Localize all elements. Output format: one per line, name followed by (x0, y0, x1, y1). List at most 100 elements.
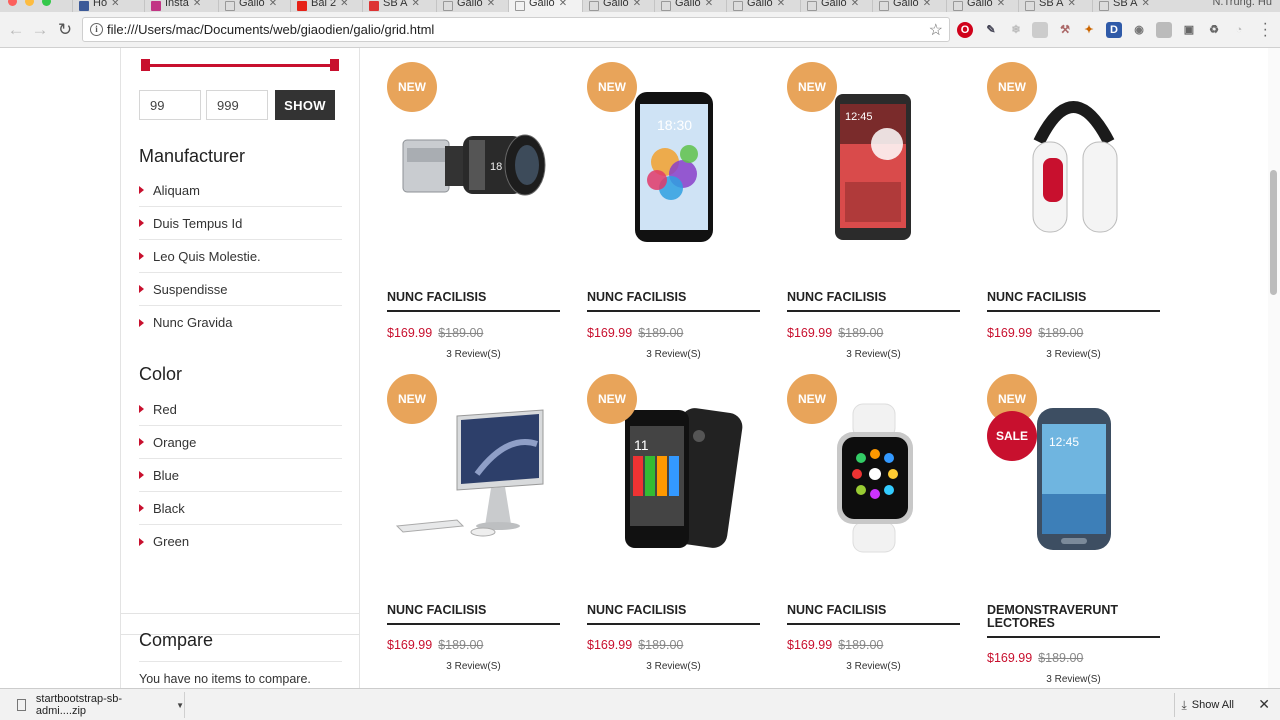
product-reviews[interactable]: 3 Review(S) (787, 661, 960, 672)
browser-tab[interactable]: Insta ✕ (144, 0, 218, 12)
product-reviews[interactable]: 3 Review(S) (587, 661, 760, 672)
forward-arrow-icon[interactable]: → (30, 20, 50, 40)
download-filename[interactable]: startbootstrap-sb-admi....zip (36, 693, 170, 717)
close-window-button[interactable] (8, 0, 17, 6)
new-badge: NEW (387, 62, 437, 112)
snowflake-extension-icon[interactable]: ❄ (1008, 22, 1024, 38)
browser-tab[interactable]: Galio ✕ (800, 0, 872, 12)
grid-extension-icon[interactable] (1032, 22, 1048, 38)
browser-tab[interactable]: Bai 2 ✕ (290, 0, 362, 12)
recycle-extension-icon[interactable]: ♻ (1206, 22, 1222, 38)
product-name[interactable]: DEMONSTRAVERUNT LECTORES (987, 604, 1160, 638)
info-icon[interactable]: i (90, 23, 103, 36)
color-item[interactable]: Red (139, 393, 342, 426)
tab-close-icon[interactable]: ✕ (559, 0, 567, 9)
tab-close-icon[interactable]: ✕ (411, 0, 419, 9)
tab-title: Galio (747, 0, 773, 9)
caret-right-icon (139, 471, 144, 479)
download-item[interactable]: startbootstrap-sb-admi....zip ▼ (5, 692, 185, 718)
tab-close-icon[interactable]: ✕ (633, 0, 641, 9)
scrollbar-thumb[interactable] (1270, 170, 1277, 295)
product-reviews[interactable]: 3 Review(S) (387, 661, 560, 672)
sync-extension-icon[interactable]: ◔ (1231, 22, 1247, 38)
tab-close-icon[interactable]: ✕ (111, 0, 119, 9)
product-name[interactable]: NUNC FACILISIS (387, 604, 560, 625)
d-extension-icon[interactable]: D (1106, 22, 1122, 38)
color-item[interactable]: Black (139, 492, 342, 525)
tab-title: Galio (239, 0, 265, 9)
manufacturer-item[interactable]: Suspendisse (139, 273, 342, 306)
profile-name[interactable]: N.Trung. Hu (1212, 0, 1272, 8)
color-item[interactable]: Green (139, 525, 342, 558)
eyedropper-extension-icon[interactable]: ✎ (983, 22, 999, 38)
product-old-price: $189.00 (438, 326, 484, 340)
browser-tab[interactable]: SB A ✕ (1092, 0, 1166, 12)
browser-menu-icon[interactable]: · · · (1263, 16, 1268, 44)
facebook-favicon-icon (79, 1, 89, 11)
tab-close-icon[interactable]: ✕ (705, 0, 713, 9)
zoom-window-button[interactable] (42, 0, 51, 6)
price-max-handle[interactable] (330, 59, 339, 71)
browser-tab[interactable]: Galio ✕ (218, 0, 290, 12)
product-reviews[interactable]: 3 Review(S) (387, 349, 560, 360)
address-bar[interactable]: i file:///Users/mac/Documents/web/giaodi… (82, 17, 950, 42)
opera-extension-icon[interactable]: O (957, 22, 973, 38)
browser-tab[interactable]: Galio ✕ (436, 0, 508, 12)
show-button[interactable]: SHOW (275, 90, 335, 120)
browser-tab[interactable]: Galio ✕ (726, 0, 800, 12)
manufacturer-item[interactable]: Aliquam (139, 174, 342, 207)
browser-tab[interactable]: SB A ✕ (362, 0, 436, 12)
product-reviews[interactable]: 3 Review(S) (587, 349, 760, 360)
reload-icon[interactable]: ↻ (55, 20, 75, 40)
product-name[interactable]: NUNC FACILISIS (787, 291, 960, 312)
hammer-extension-icon[interactable]: ⚒ (1057, 22, 1073, 38)
browser-tab[interactable]: Galio ✕ (872, 0, 946, 12)
manufacturer-item[interactable]: Duis Tempus Id (139, 207, 342, 240)
tab-close-icon[interactable]: ✕ (487, 0, 495, 9)
color-item[interactable]: Blue (139, 459, 342, 492)
browser-tab[interactable]: Ho ✕ (72, 0, 144, 12)
tab-close-icon[interactable]: ✕ (269, 0, 277, 9)
price-max-input[interactable] (206, 90, 268, 120)
tab-close-icon[interactable]: ✕ (340, 0, 348, 9)
product-reviews[interactable]: 3 Review(S) (987, 674, 1160, 685)
price-min-input[interactable] (139, 90, 201, 120)
tab-close-icon[interactable]: ✕ (923, 0, 931, 9)
manufacturer-item[interactable]: Nunc Gravida (139, 306, 342, 339)
tab-close-icon[interactable]: ✕ (1141, 0, 1149, 9)
product-name[interactable]: NUNC FACILISIS (587, 604, 760, 625)
tool-extension-icon[interactable]: ✦ (1081, 22, 1097, 38)
product-name[interactable]: NUNC FACILISIS (987, 291, 1160, 312)
browser-tab[interactable]: Galio ✕ (582, 0, 654, 12)
show-all-button[interactable]: ⤓ Show All (1174, 693, 1242, 717)
product-reviews[interactable]: 3 Review(S) (787, 349, 960, 360)
star-icon[interactable]: ☆ (929, 20, 943, 40)
tab-close-icon[interactable]: ✕ (193, 0, 201, 9)
block-extension-icon[interactable] (1156, 22, 1172, 38)
price-min-handle[interactable] (141, 59, 150, 71)
page-scrollbar[interactable] (1268, 48, 1280, 688)
filter-label: Duis Tempus Id (153, 215, 243, 231)
window-extension-icon[interactable]: ▣ (1181, 22, 1197, 38)
manufacturer-item[interactable]: Leo Quis Molestie. (139, 240, 342, 273)
chevron-down-icon[interactable]: ▼ (176, 701, 184, 710)
browser-tab[interactable]: Galio ✕ (946, 0, 1018, 12)
product-name[interactable]: NUNC FACILISIS (787, 604, 960, 625)
product-reviews[interactable]: 3 Review(S) (987, 349, 1160, 360)
color-item[interactable]: Orange (139, 426, 342, 459)
browser-tab-active[interactable]: Galio ✕ (508, 0, 582, 12)
minimize-window-button[interactable] (25, 0, 34, 6)
close-icon[interactable]: ✕ (1258, 696, 1270, 713)
tab-close-icon[interactable]: ✕ (1067, 0, 1075, 9)
back-arrow-icon[interactable]: ← (6, 20, 26, 40)
price-range-slider[interactable] (141, 59, 339, 71)
tab-close-icon[interactable]: ✕ (851, 0, 859, 9)
browser-tab[interactable]: Galio ✕ (654, 0, 726, 12)
browser-tab[interactable]: SB A ✕ (1018, 0, 1092, 12)
product-name[interactable]: NUNC FACILISIS (387, 291, 560, 312)
url-text[interactable]: file:///Users/mac/Documents/web/giaodien… (107, 22, 434, 37)
tab-close-icon[interactable]: ✕ (997, 0, 1005, 9)
product-name[interactable]: NUNC FACILISIS (587, 291, 760, 312)
tab-close-icon[interactable]: ✕ (777, 0, 785, 9)
camera-extension-icon[interactable]: ◉ (1131, 22, 1147, 38)
